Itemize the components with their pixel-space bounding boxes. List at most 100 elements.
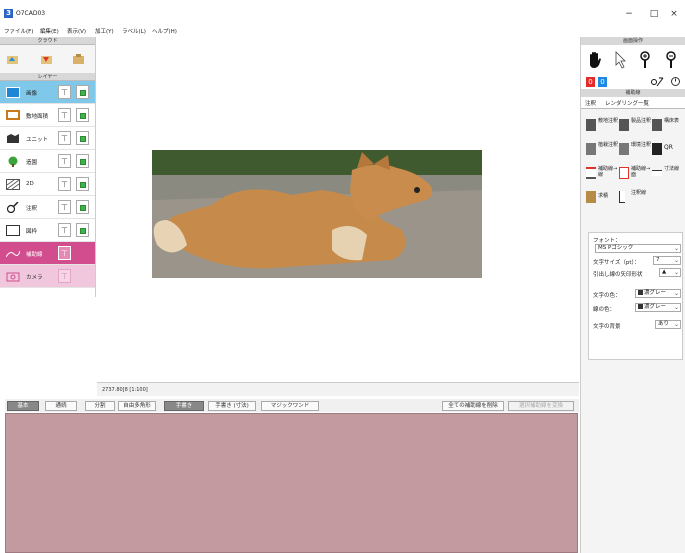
- pointer-icon[interactable]: [615, 51, 627, 69]
- layer-label: 図枠: [26, 229, 38, 235]
- qr-button[interactable]: QR: [652, 141, 682, 158]
- aux-line-toolbar: 基本 通続 分割 自由多角形 手書き 手書き (寸法) マジックワンド 全ての補…: [5, 399, 579, 412]
- minimize-button[interactable]: −: [619, 8, 639, 20]
- green-square-icon: [80, 205, 86, 211]
- layer-row-landscape[interactable]: 造園 ⊤: [0, 150, 95, 173]
- planting-annotation-button[interactable]: 植栽注釈: [586, 141, 618, 158]
- layer-row-2d[interactable]: 2D ⊤: [0, 173, 95, 196]
- rotate-angle-icon[interactable]: [651, 77, 665, 87]
- menu-file[interactable]: ファイル(F): [4, 27, 33, 35]
- layer-visibility-button[interactable]: ⊤: [58, 154, 71, 168]
- menu-help[interactable]: ヘルプ(H): [152, 27, 177, 35]
- screen-ops-header: 画面操作: [581, 37, 685, 45]
- layer-visibility-button[interactable]: ⊤: [58, 200, 71, 214]
- aux-to-face-button[interactable]: 補助線→面: [619, 165, 650, 182]
- magic-wand-button[interactable]: マジックワンド: [261, 401, 319, 411]
- layer-visibility-button[interactable]: ⊤: [58, 177, 71, 191]
- green-square-icon: [80, 182, 86, 188]
- environment-annotation-icon: [619, 143, 629, 155]
- layer-row-camera[interactable]: カメラ ⊤: [0, 265, 95, 288]
- menu-view[interactable]: 表示(V): [67, 27, 86, 35]
- annotation-line-button[interactable]: 注釈線: [619, 189, 649, 206]
- aux-to-line-icon: [586, 167, 596, 179]
- menu-edit[interactable]: 編集(E): [40, 27, 59, 35]
- chevron-down-icon: ⌄: [673, 304, 679, 311]
- layer-color-button[interactable]: [76, 108, 89, 122]
- convert-aux-line-button[interactable]: 選択補助線を変換: [508, 401, 574, 411]
- menu-process[interactable]: 加工(Y): [95, 27, 114, 35]
- site-annotation-button[interactable]: 敷地注釈: [586, 117, 618, 134]
- site-annotation-icon: [586, 119, 596, 131]
- tab-rendering-list[interactable]: レンダリング一覧: [605, 99, 649, 107]
- title-bar: 3 O7CAD03 − □ ×: [0, 0, 685, 26]
- annotation-icon: [6, 202, 19, 213]
- menu-label[interactable]: ラベル(L): [122, 27, 146, 35]
- counter-row: 0 0: [581, 75, 685, 89]
- cloud-upload-icon[interactable]: [6, 53, 19, 65]
- green-square-icon: [80, 159, 86, 165]
- layer-row-image[interactable]: 画像 ⊤: [0, 81, 95, 104]
- text-color-label: 文字の色：: [593, 293, 621, 299]
- split-button[interactable]: 分割: [85, 401, 115, 411]
- cloud-row: [0, 45, 95, 73]
- planting-annotation-icon: [586, 143, 596, 155]
- leader-arrow-select[interactable]: ▲ ⌄: [659, 268, 681, 277]
- delete-all-aux-lines-button[interactable]: 全ての補助線を削除: [442, 401, 504, 411]
- text-color-select[interactable]: 濃グレー ⌄: [635, 289, 681, 298]
- menu-bar: ファイル(F) 編集(E) 表示(V) 加工(Y) ラベル(L) ヘルプ(H): [0, 26, 685, 36]
- hand-icon[interactable]: [587, 51, 603, 69]
- layer-color-button[interactable]: [76, 200, 89, 214]
- window-title: O7CAD03: [16, 10, 46, 17]
- font-size-select[interactable]: 7 ⌄: [653, 256, 681, 265]
- aux-button-grid: 敷地注釈 製品注釈 構床表 植栽注釈 環境注釈 QR 補助線→線 補助線→面 寸…: [581, 109, 685, 219]
- handwriting-dimension-button[interactable]: 手書き (寸法): [208, 401, 256, 411]
- area-calc-button[interactable]: 求積: [586, 189, 616, 206]
- layer-visibility-button[interactable]: ⊤: [58, 108, 71, 122]
- zoom-out-icon[interactable]: [665, 51, 677, 69]
- font-select[interactable]: MS Pゴシック ⌄: [595, 244, 681, 253]
- layer-visibility-button[interactable]: ⊤: [58, 223, 71, 237]
- basic-button[interactable]: 基本: [7, 401, 39, 411]
- close-button[interactable]: ×: [664, 8, 684, 20]
- maximize-button[interactable]: □: [644, 8, 664, 20]
- layer-color-button[interactable]: [76, 85, 89, 99]
- text-background-select[interactable]: あり ⌄: [655, 320, 681, 329]
- layer-color-button[interactable]: [76, 223, 89, 237]
- layer-visibility-button[interactable]: ⊤: [58, 246, 71, 260]
- handwriting-button[interactable]: 手書き: [164, 401, 204, 411]
- continuous-button[interactable]: 通続: [45, 401, 77, 411]
- cloud-box-icon[interactable]: [72, 53, 85, 65]
- aux-to-line-button[interactable]: 補助線→線: [586, 165, 617, 182]
- layer-color-button[interactable]: [76, 131, 89, 145]
- layer-visibility-button[interactable]: ⊤: [58, 269, 71, 283]
- dimension-line-button[interactable]: 寸法線: [652, 165, 682, 182]
- line-color-select[interactable]: 濃グレー ⌄: [635, 303, 681, 312]
- left-panel: クラウド レイヤー 画像 ⊤ 敷地面積 ⊤ ユニット ⊤ 造園 ⊤ 2D ⊤ 注…: [0, 37, 96, 297]
- reset-view-icon[interactable]: [670, 76, 681, 87]
- coordinate-scale-readout: 2737.80[8 [1:100]: [102, 387, 148, 393]
- tab-annotation[interactable]: 注釈: [585, 99, 596, 107]
- environment-annotation-button[interactable]: 環境注釈: [619, 141, 651, 158]
- annotation-line-icon: [619, 191, 625, 203]
- layer-color-button[interactable]: [76, 154, 89, 168]
- dog-photo-image: [152, 150, 482, 278]
- cloud-download-icon[interactable]: [40, 53, 53, 65]
- layer-label: カメラ: [26, 275, 43, 281]
- layer-visibility-button[interactable]: ⊤: [58, 85, 71, 99]
- free-polygon-button[interactable]: 自由多角形: [118, 401, 156, 411]
- layer-header: レイヤー: [0, 73, 95, 81]
- layer-color-button[interactable]: [76, 177, 89, 191]
- layer-visibility-button[interactable]: ⊤: [58, 131, 71, 145]
- product-annotation-button[interactable]: 製品注釈: [619, 117, 651, 134]
- layer-row-aux-line[interactable]: 補助線 ⊤: [0, 242, 95, 265]
- layer-row-frame[interactable]: 図枠 ⊤: [0, 219, 95, 242]
- aux-line-edit-area[interactable]: [5, 413, 578, 553]
- zoom-in-icon[interactable]: [639, 51, 651, 69]
- 2d-icon: [6, 179, 20, 190]
- layer-row-unit[interactable]: ユニット ⊤: [0, 127, 95, 150]
- floor-table-button[interactable]: 構床表: [652, 117, 682, 134]
- layer-row-site-area[interactable]: 敷地面積 ⊤: [0, 104, 95, 127]
- layer-row-annotation[interactable]: 注釈 ⊤: [0, 196, 95, 219]
- drawing-canvas[interactable]: [97, 37, 579, 385]
- green-square-icon: [80, 136, 86, 142]
